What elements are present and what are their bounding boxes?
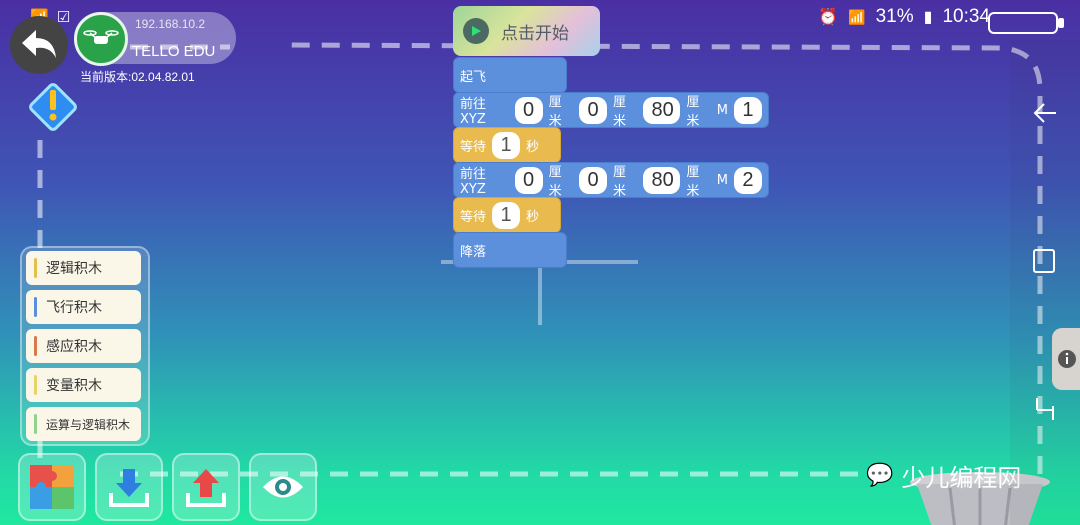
status-bar-right: ⏰ 📶 31% ▮ 10:34 [818, 6, 990, 28]
play-icon [463, 18, 489, 44]
block-goto-xyz-1[interactable]: 前往XYZ 0 厘米 0 厘米 80 厘米 M 1 [453, 92, 769, 129]
category-flight[interactable]: 飞行积木 [26, 290, 141, 324]
start-button-label: 点击开始 [501, 23, 569, 44]
back-button[interactable] [10, 16, 68, 74]
unit-label: 厘米 [548, 165, 562, 199]
battery-icon [988, 12, 1058, 34]
upload-button[interactable] [172, 453, 240, 521]
wait-seconds-input[interactable]: 1 [492, 131, 521, 159]
puzzle-button[interactable] [18, 453, 86, 521]
unit-label: 厘米 [686, 95, 700, 129]
start-button[interactable]: 点击开始 [453, 6, 600, 56]
watermark: 💬 少儿编程网 [866, 458, 1021, 493]
wechat-icon: 💬 [866, 463, 894, 488]
device-name: TELLO EDU [132, 43, 216, 60]
goto-m-input[interactable]: 1 [733, 96, 762, 124]
signal-icon: 📶 [848, 8, 866, 25]
category-label: 运算与逻辑积木 [46, 417, 131, 432]
unit-label: 厘米 [686, 165, 700, 199]
device-ip: 192.168.10.2 [135, 17, 206, 31]
battery-tip [1058, 18, 1064, 28]
unit-label: 厘米 [613, 165, 627, 199]
goto-y-input[interactable]: 0 [579, 166, 608, 194]
goto-z-input[interactable]: 80 [643, 96, 681, 124]
warning-icon[interactable] [24, 78, 82, 136]
goto-x-input[interactable]: 0 [514, 96, 543, 124]
unit-label: 厘米 [613, 95, 627, 129]
drone-avatar [74, 12, 128, 66]
watermark-text: 少儿编程网 [901, 464, 1022, 492]
download-button[interactable] [95, 453, 163, 521]
block-takeoff-label: 起飞 [460, 69, 487, 85]
upload-icon [186, 469, 226, 507]
m-label: M [716, 102, 728, 118]
nav-recent-icon[interactable] [1034, 396, 1056, 422]
clock: 10:34 [942, 6, 990, 27]
category-color-bar [34, 258, 37, 278]
category-variable[interactable]: 变量积木 [26, 368, 141, 402]
category-logic[interactable]: 逻辑积木 [26, 251, 141, 285]
nav-back-icon[interactable] [1032, 100, 1058, 126]
goto-m-input[interactable]: 2 [733, 166, 762, 194]
category-color-bar [34, 375, 37, 395]
nav-home-icon[interactable] [1032, 248, 1056, 274]
block-wait-2[interactable]: 等待 1 秒 [453, 197, 561, 233]
download-icon [109, 469, 149, 507]
category-label: 逻辑积木 [46, 261, 102, 277]
unit-label: 厘米 [548, 95, 562, 129]
category-label: 变量积木 [46, 378, 102, 394]
battery-small-icon: ▮ [923, 9, 933, 26]
category-color-bar [34, 336, 37, 356]
seconds-unit: 秒 [526, 139, 540, 155]
puzzle-icon [30, 465, 74, 509]
goto-label: 前往XYZ [460, 97, 487, 127]
seconds-unit: 秒 [526, 209, 540, 225]
info-tab[interactable] [1052, 328, 1080, 390]
block-goto-xyz-2[interactable]: 前往XYZ 0 厘米 0 厘米 80 厘米 M 2 [453, 162, 769, 199]
category-color-bar [34, 414, 37, 434]
alarm-icon: ⏰ [818, 9, 839, 26]
battery-percent: 31% [875, 6, 914, 27]
m-label: M [716, 172, 728, 188]
block-takeoff[interactable]: 起飞 [453, 57, 567, 93]
category-color-bar [34, 297, 37, 317]
block-land[interactable]: 降落 [453, 232, 567, 268]
category-sensor[interactable]: 感应积木 [26, 329, 141, 363]
goto-label: 前往XYZ [460, 167, 487, 197]
goto-x-input[interactable]: 0 [514, 166, 543, 194]
wait-label: 等待 [460, 209, 487, 225]
eye-icon [263, 476, 303, 498]
block-wait-1[interactable]: 等待 1 秒 [453, 127, 561, 163]
info-icon [1058, 350, 1076, 368]
goto-y-input[interactable]: 0 [579, 96, 608, 124]
category-label: 飞行积木 [46, 300, 102, 316]
wait-label: 等待 [460, 139, 487, 155]
goto-z-input[interactable]: 80 [643, 166, 681, 194]
firmware-version: 当前版本:02.04.82.01 [80, 70, 195, 84]
preview-button[interactable] [249, 453, 317, 521]
drone-icon [83, 30, 119, 44]
wait-seconds-input[interactable]: 1 [492, 201, 521, 229]
category-label: 感应积木 [46, 339, 102, 355]
category-operators[interactable]: 运算与逻辑积木 [26, 407, 141, 441]
block-land-label: 降落 [460, 244, 487, 260]
back-arrow-icon [22, 30, 56, 58]
